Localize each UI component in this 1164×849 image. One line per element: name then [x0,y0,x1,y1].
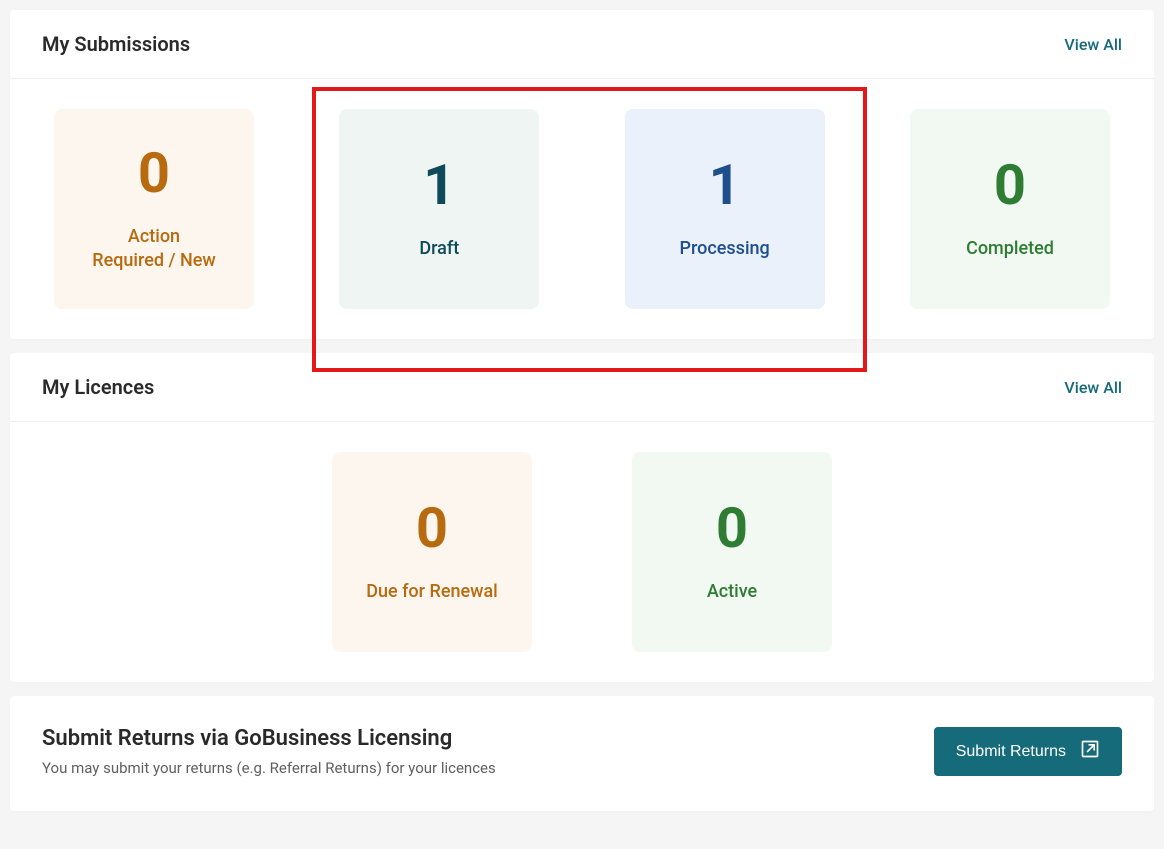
licences-view-all[interactable]: View All [1064,378,1122,397]
tile-completed[interactable]: 0 Completed [910,109,1110,309]
tile-label: Action Required / New [92,225,215,274]
returns-panel: Submit Returns via GoBusiness Licensing … [10,696,1154,811]
tile-draft[interactable]: 1 Draft [339,109,539,309]
submissions-title: My Submissions [42,32,190,56]
licences-header: My Licences View All [10,353,1154,422]
licences-panel: My Licences View All 0 Due for Renewal 0… [10,353,1154,682]
submissions-body: 0 Action Required / New 1 Draft 1 Proces… [10,79,1154,339]
licences-title: My Licences [42,375,154,399]
tile-active[interactable]: 0 Active [632,452,832,652]
tile-processing[interactable]: 1 Processing [625,109,825,309]
tile-label: Processing [680,237,770,261]
external-link-icon [1080,739,1100,764]
submit-returns-button[interactable]: Submit Returns [934,727,1122,776]
tile-count: 0 [138,145,170,201]
tile-label: Active [707,580,757,604]
tile-count: 1 [423,157,455,213]
licences-body: 0 Due for Renewal 0 Active [10,422,1154,682]
submissions-header: My Submissions View All [10,10,1154,79]
tile-label: Draft [419,237,459,261]
submit-returns-label: Submit Returns [956,743,1066,761]
tile-label: Completed [966,237,1054,261]
returns-title: Submit Returns via GoBusiness Licensing [42,726,496,751]
tile-count: 1 [709,157,741,213]
returns-text: Submit Returns via GoBusiness Licensing … [42,726,496,777]
tile-action-required[interactable]: 0 Action Required / New [54,109,254,309]
submissions-panel: My Submissions View All 0 Action Require… [10,10,1154,339]
submissions-view-all[interactable]: View All [1064,35,1122,54]
tile-due-renewal[interactable]: 0 Due for Renewal [332,452,532,652]
returns-description: You may submit your returns (e.g. Referr… [42,759,496,777]
tile-count: 0 [994,157,1026,213]
tile-count: 0 [716,500,748,556]
tile-label: Due for Renewal [366,580,498,604]
tile-count: 0 [416,500,448,556]
